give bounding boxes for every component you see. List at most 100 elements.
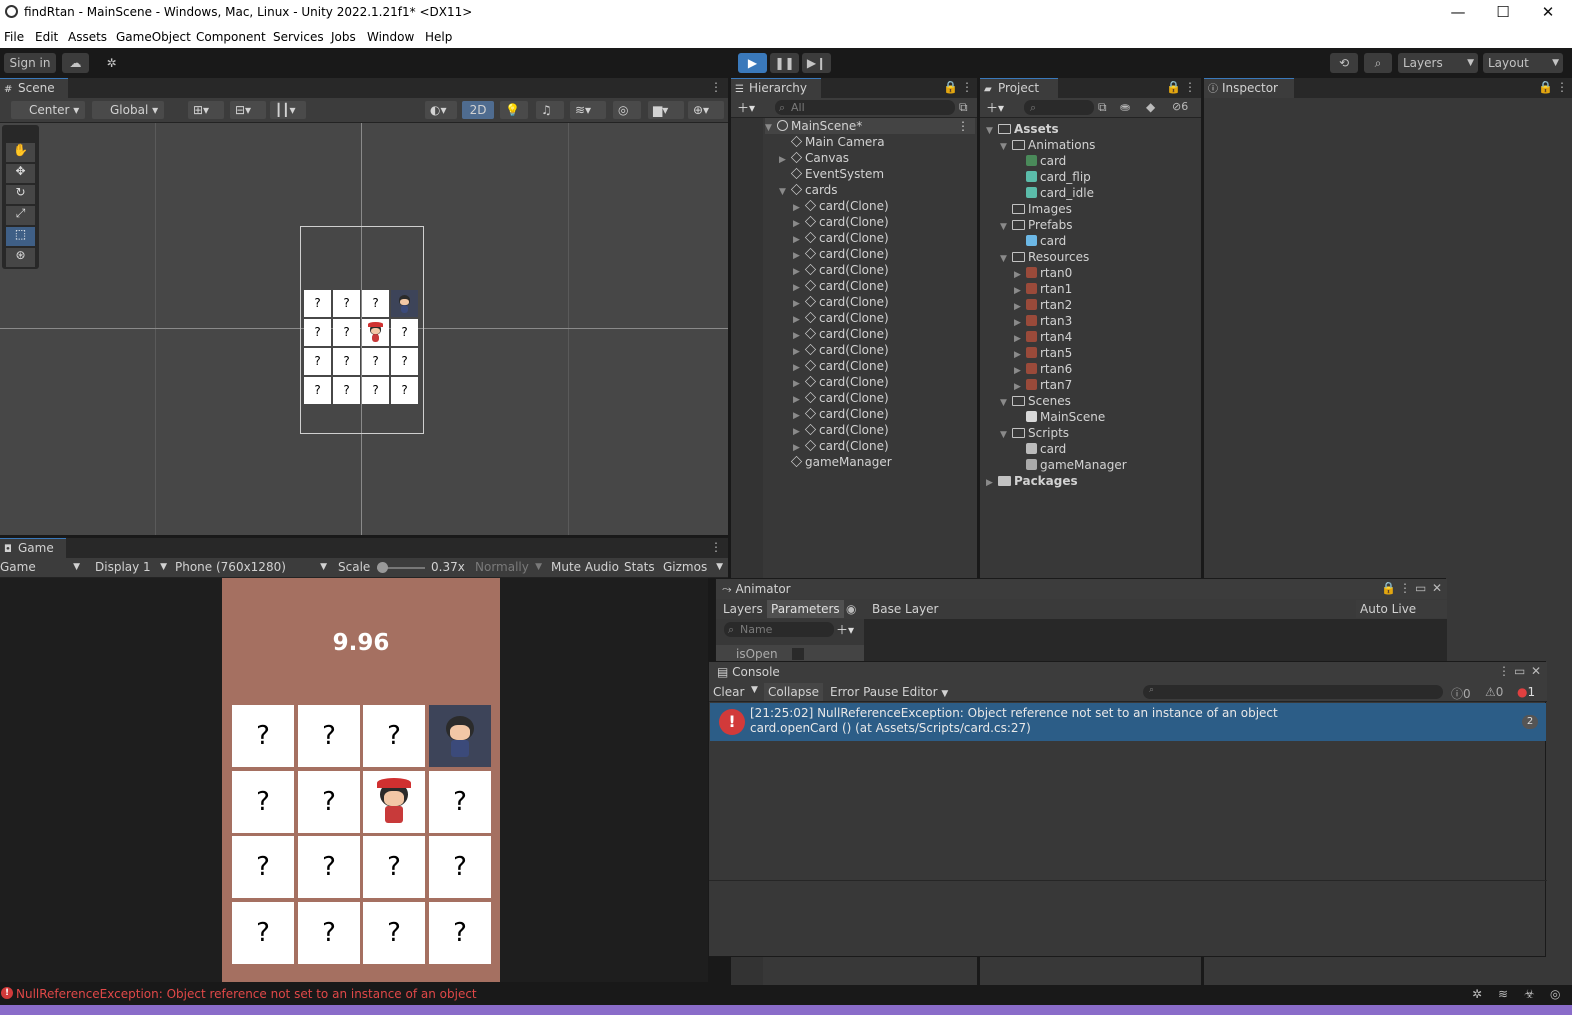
stats-toggle[interactable]: Stats	[624, 560, 655, 574]
menu-gameobject[interactable]: GameObject	[116, 30, 191, 44]
warning-count-toggle[interactable]: ⚠0	[1485, 685, 1503, 699]
add-icon[interactable]: ＋▾	[986, 99, 1004, 116]
menu-component[interactable]: Component	[196, 30, 266, 44]
game-card[interactable]: ?	[232, 771, 294, 833]
filter-type-icon[interactable]: ⧉	[1098, 100, 1107, 115]
hierarchy-item[interactable]: ▶ card(Clone)	[793, 326, 889, 342]
display-dropdown[interactable]: Display 1 ▼	[95, 560, 169, 574]
console-search-input[interactable]: ⌕	[1143, 685, 1443, 699]
game-card-revealed[interactable]	[429, 705, 491, 767]
project-item[interactable]: ▼ Scenes	[1000, 393, 1071, 409]
scene-menu-icon[interactable]: ⋮	[710, 80, 722, 94]
game-card[interactable]: ?	[232, 705, 294, 767]
tag-icon[interactable]: ◆	[1146, 100, 1155, 114]
hierarchy-item[interactable]: ▼ cards	[779, 182, 838, 198]
tab-scene[interactable]: # Scene	[0, 78, 68, 98]
audio-icon[interactable]: ♫	[536, 101, 564, 119]
hierarchy-item[interactable]: ▶ card(Clone)	[793, 310, 889, 326]
game-card[interactable]: ?	[232, 902, 294, 964]
scene-visibility-icon[interactable]: ⧉	[959, 100, 968, 115]
collapse-toggle[interactable]: Collapse	[764, 683, 823, 701]
add-parameter-icon[interactable]: ＋▾	[836, 621, 854, 638]
project-item[interactable]: MainScene	[1014, 409, 1105, 425]
camera-icon[interactable]: ▆▾	[648, 101, 684, 119]
hierarchy-item[interactable]: ▶ card(Clone)	[793, 438, 889, 454]
add-icon[interactable]: ＋▾	[737, 99, 755, 116]
minimize-icon[interactable]: —	[1448, 3, 1468, 21]
gizmos-icon[interactable]: ⊕▾	[688, 101, 724, 119]
lock-icon[interactable]: 🔒	[1538, 80, 1553, 94]
scene-card[interactable]: ?	[362, 377, 389, 404]
auto-live-link-toggle[interactable]: Auto Live Link	[1356, 600, 1447, 634]
hidden-objects-icon[interactable]: ◎	[613, 101, 641, 119]
project-item[interactable]: ▶ rtan2	[1014, 297, 1072, 313]
project-item[interactable]: ▶ rtan6	[1014, 361, 1072, 377]
project-item[interactable]: card_idle	[1014, 185, 1094, 201]
tab-game[interactable]: ◘ Game	[0, 538, 66, 558]
scene-card[interactable]: ?	[304, 377, 331, 404]
console-menu-icon[interactable]: ⋮	[1498, 664, 1510, 678]
scene-card[interactable]: ?	[304, 290, 331, 317]
game-card[interactable]: ?	[429, 771, 491, 833]
animator-graph[interactable]	[864, 619, 1447, 661]
layers-icon[interactable]: ≋	[1498, 987, 1508, 1001]
resolution-dropdown[interactable]: Phone (760x1280) ▼	[175, 560, 329, 574]
bug-icon[interactable]: ✲	[1472, 987, 1482, 1001]
scene-card[interactable]: ?	[333, 290, 360, 317]
2d-toggle[interactable]: 2D	[462, 101, 494, 119]
search-icon[interactable]: ⌕	[1364, 53, 1392, 73]
clear-button[interactable]: Clear	[713, 685, 744, 699]
project-menu-icon[interactable]: ⋮	[1184, 80, 1196, 94]
grid-snap-icon[interactable]: ⊞▾	[188, 101, 224, 119]
move-tool-icon[interactable]: ✥	[6, 164, 35, 183]
tab-parameters[interactable]: Parameters	[767, 600, 844, 618]
mute-audio-toggle[interactable]: Mute Audio	[551, 560, 619, 574]
scene-card-revealed[interactable]	[362, 319, 389, 346]
scene-card[interactable]: ?	[333, 377, 360, 404]
filter-label-icon[interactable]: ⛂	[1120, 100, 1130, 114]
layers-dropdown[interactable]: Layers ▼	[1398, 53, 1478, 73]
hierarchy-item[interactable]: ▶ card(Clone)	[793, 422, 889, 438]
close-icon[interactable]: ✕	[1538, 3, 1558, 21]
eye-icon[interactable]: ◉	[846, 602, 856, 616]
collab-icon[interactable]: ✲	[99, 53, 124, 73]
sign-in-button[interactable]: Sign in	[4, 53, 56, 73]
hierarchy-item[interactable]: ▶ card(Clone)	[793, 358, 889, 374]
play-button[interactable]: ▶	[738, 53, 767, 73]
game-menu-icon[interactable]: ⋮	[710, 540, 722, 554]
close-icon[interactable]: ✕	[1531, 664, 1541, 678]
lock-icon[interactable]: 🔒	[1381, 581, 1396, 595]
hierarchy-scene-row[interactable]: ▼ MainScene* ⋮	[765, 118, 975, 134]
console-split-divider[interactable]	[709, 880, 1547, 881]
tab-hierarchy[interactable]: ☰ Hierarchy	[731, 78, 821, 98]
align-icon[interactable]: ┃┃▾	[270, 101, 306, 119]
project-item[interactable]: card	[1014, 233, 1066, 249]
game-card[interactable]: ?	[298, 902, 360, 964]
draw-mode-icon[interactable]: ◐▾	[425, 101, 457, 119]
game-card[interactable]: ?	[429, 902, 491, 964]
project-item[interactable]: ▶ rtan7	[1014, 377, 1072, 393]
project-item[interactable]: card_flip	[1014, 169, 1091, 185]
menu-window[interactable]: Window	[367, 30, 414, 44]
hierarchy-item[interactable]: ▶ card(Clone)	[793, 214, 889, 230]
project-item[interactable]: gameManager	[1014, 457, 1127, 473]
hierarchy-item[interactable]: ▶ card(Clone)	[793, 406, 889, 422]
project-item[interactable]: ▶ rtan5	[1014, 345, 1072, 361]
project-item[interactable]: ▶ rtan1	[1014, 281, 1072, 297]
game-card[interactable]: ?	[232, 836, 294, 898]
game-card[interactable]: ?	[429, 836, 491, 898]
menu-assets[interactable]: Assets	[68, 30, 107, 44]
maximize-icon[interactable]: ▭	[1415, 581, 1426, 595]
hierarchy-item[interactable]: ▶ Canvas	[779, 150, 849, 166]
project-item[interactable]: card	[1014, 153, 1066, 169]
hierarchy-item[interactable]: ▶ card(Clone)	[793, 230, 889, 246]
tab-inspector[interactable]: ⓘ Inspector	[1204, 78, 1294, 98]
log-count-toggle[interactable]: ⓘ0	[1451, 685, 1471, 702]
scene-view[interactable]: ?????????????? ✋ ✥ ↻ ⤢ ⬚ ⊛	[0, 123, 728, 535]
error-count-toggle[interactable]: ●1	[1517, 685, 1535, 699]
rect-tool-icon[interactable]: ⬚	[6, 227, 35, 246]
scene-card[interactable]: ?	[304, 348, 331, 375]
tab-animator[interactable]: ⤳ Animator	[722, 582, 791, 597]
game-canvas[interactable]: 9.96 ??????????????	[222, 578, 500, 982]
project-item[interactable]: ▼ Assets	[986, 121, 1059, 137]
